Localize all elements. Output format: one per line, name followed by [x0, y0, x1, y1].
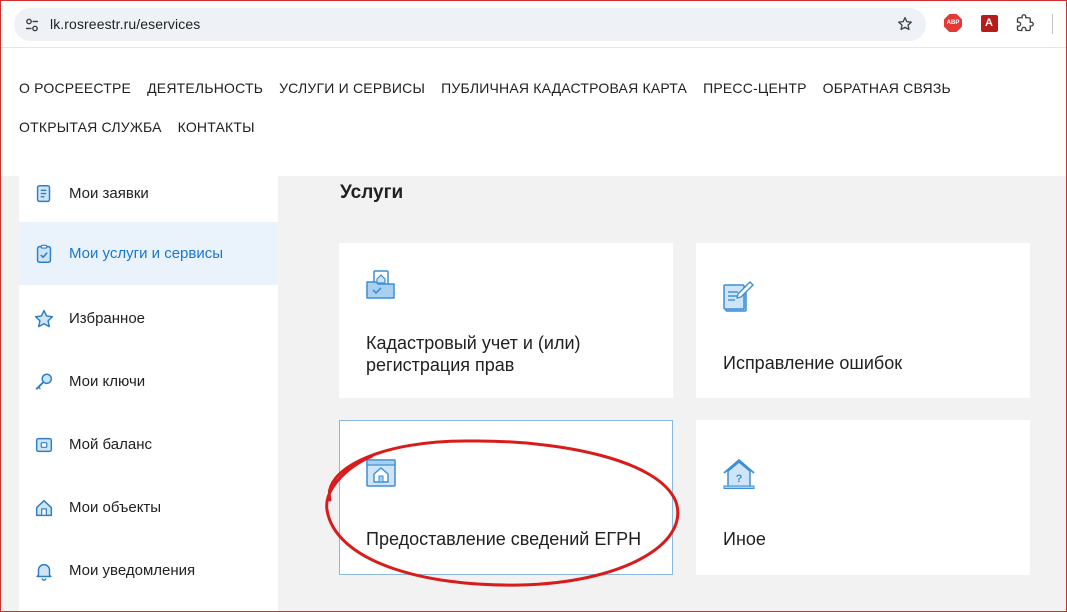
page-title: Услуги: [340, 182, 404, 203]
adblock-extension-icon[interactable]: ABP: [943, 13, 963, 33]
sidebar-item-my-keys[interactable]: Мои ключи: [19, 350, 278, 413]
address-bar[interactable]: lk.rosreestr.ru/eservices: [14, 8, 926, 41]
service-card-title: Кадастровый учет и (или) регистрация пра…: [366, 333, 581, 375]
nav-cadastral-map[interactable]: ПУБЛИЧНАЯ КАДАСТРОВАЯ КАРТА: [441, 80, 687, 96]
sidebar-item-label: Мои услуги и сервисы: [69, 245, 224, 262]
folder-house-icon: [366, 270, 395, 299]
svg-text:?: ?: [736, 473, 743, 485]
sidebar-item-my-notifications[interactable]: Мои уведомления: [19, 539, 278, 602]
url-text[interactable]: lk.rosreestr.ru/eservices: [50, 16, 200, 32]
nav-contacts[interactable]: КОНТАКТЫ: [178, 119, 255, 135]
site-header-nav: О РОСРЕЕСТРЕ ДЕЯТЕЛЬНОСТЬ УСЛУГИ И СЕРВИ…: [0, 48, 1067, 176]
sidebar-item-label: Мой баланс: [69, 436, 153, 453]
nav-activity[interactable]: ДЕЯТЕЛЬНОСТЬ: [147, 80, 263, 96]
pdf-extension-icon[interactable]: A: [979, 13, 999, 33]
nav-open-service[interactable]: ОТКРЫТАЯ СЛУЖБА: [19, 119, 162, 135]
service-card-title: Иное: [723, 529, 766, 549]
service-card-error-correction[interactable]: Исправление ошибок: [696, 243, 1030, 398]
house-icon: [35, 499, 53, 516]
nav-feedback[interactable]: ОБРАТНАЯ СВЯЗЬ: [823, 80, 951, 96]
sidebar-item-favorites[interactable]: Избранное: [19, 287, 278, 350]
service-card-title: Исправление ошибок: [723, 353, 903, 373]
service-card-egrn-information[interactable]: Предоставление сведений ЕГРН: [339, 420, 673, 575]
key-icon: [35, 372, 53, 390]
main-area: Мои заявки Мои услуги и сервисы Избранно…: [0, 176, 1067, 612]
service-card-cadastral-registration[interactable]: Кадастровый учет и (или) регистрация пра…: [339, 243, 673, 398]
extensions-puzzle-icon[interactable]: [1015, 13, 1035, 33]
wallet-icon: [35, 437, 53, 452]
star-icon: [34, 309, 54, 327]
nav-row-2: ОТКРЫТАЯ СЛУЖБА КОНТАКТЫ: [19, 119, 255, 135]
nav-row-1: О РОСРЕЕСТРЕ ДЕЯТЕЛЬНОСТЬ УСЛУГИ И СЕРВИ…: [19, 80, 951, 96]
sidebar-item-label: Мои заявки: [69, 185, 149, 202]
nav-press-center[interactable]: ПРЕСС-ЦЕНТР: [703, 80, 807, 96]
house-question-icon: ?: [723, 459, 755, 489]
sidebar-item-my-balance[interactable]: Мой баланс: [19, 413, 278, 476]
sidebar-item-label: Мои уведомления: [69, 562, 196, 579]
edit-document-icon: [723, 281, 754, 312]
sidebar-item-my-requests[interactable]: Мои заявки: [19, 162, 278, 225]
bell-icon: [36, 563, 52, 581]
toolbar-divider: [1052, 14, 1053, 34]
registry-house-icon: [366, 459, 396, 487]
site-settings-icon[interactable]: [24, 17, 40, 33]
sidebar-item-label: Избранное: [69, 310, 146, 327]
clipboard-check-icon: [36, 244, 52, 263]
service-card-other[interactable]: ? Иное: [696, 420, 1030, 575]
sidebar: Мои заявки Мои услуги и сервисы Избранно…: [19, 176, 278, 612]
bookmark-star-icon[interactable]: [896, 15, 914, 33]
service-card-title: Предоставление сведений ЕГРН: [366, 529, 642, 549]
nav-about[interactable]: О РОСРЕЕСТРЕ: [19, 80, 131, 96]
nav-services[interactable]: УСЛУГИ И СЕРВИСЫ: [279, 80, 425, 96]
sidebar-item-label: Мои ключи: [69, 373, 146, 390]
sidebar-item-my-services[interactable]: Мои услуги и сервисы: [19, 222, 278, 285]
sidebar-item-my-objects[interactable]: Мои объекты: [19, 476, 278, 539]
document-icon: [36, 184, 51, 202]
sidebar-item-label: Мои объекты: [69, 499, 162, 516]
browser-toolbar: lk.rosreestr.ru/eservices ABP A: [0, 0, 1067, 48]
